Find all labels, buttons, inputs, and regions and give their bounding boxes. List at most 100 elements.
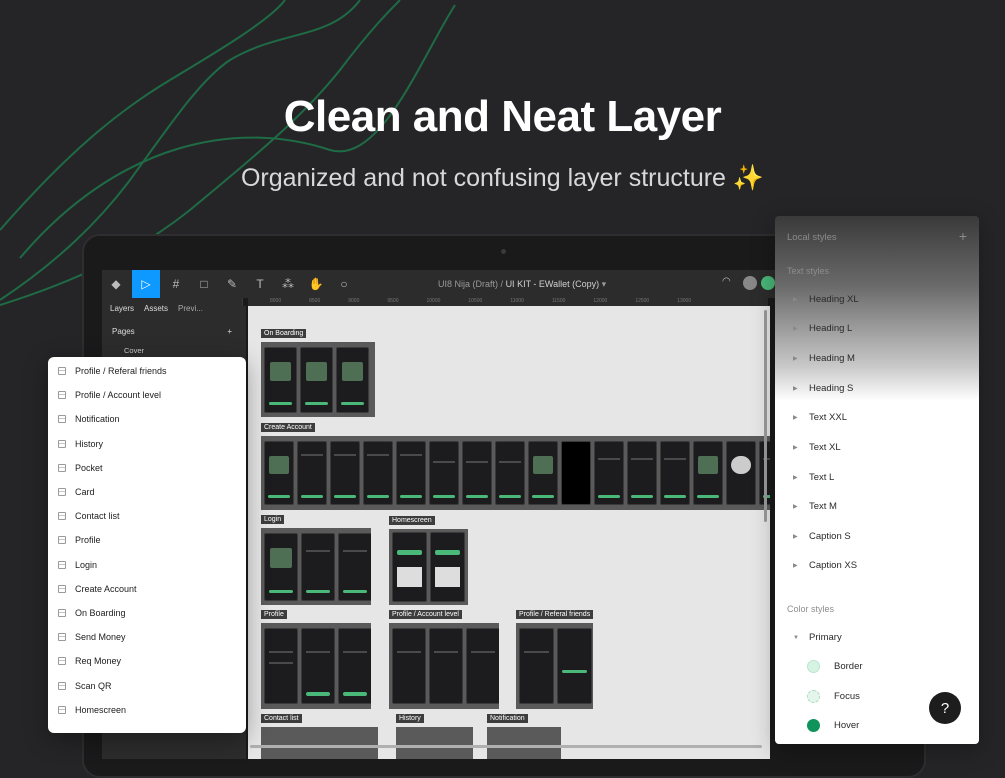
- frame-label-profile[interactable]: Profile: [261, 610, 287, 619]
- color-style-item[interactable]: Focus: [807, 690, 860, 703]
- shape-tool-icon[interactable]: □: [192, 273, 216, 295]
- text-style-item[interactable]: ▶ Text L: [793, 472, 834, 483]
- frame-label-history[interactable]: History: [396, 714, 424, 723]
- frame-account-level[interactable]: [389, 623, 499, 709]
- toolbar-right: ◠: [722, 276, 775, 290]
- caret-right-icon: ▶: [793, 297, 798, 303]
- frame-label-notification[interactable]: Notification: [487, 714, 528, 723]
- frame-label-contact-list[interactable]: Contact list: [261, 714, 302, 723]
- move-tool-icon[interactable]: ▷: [132, 270, 160, 298]
- caret-right-icon: ▶: [793, 563, 798, 569]
- screen-thumbnail: [330, 441, 360, 505]
- caret-right-icon: ▶: [793, 504, 798, 510]
- frame-referal-friends[interactable]: [516, 623, 593, 709]
- frame-onboarding[interactable]: [261, 342, 375, 417]
- page-item[interactable]: Contact list: [48, 504, 246, 528]
- page-item[interactable]: Create Account: [48, 577, 246, 601]
- add-page-icon[interactable]: +: [227, 327, 232, 336]
- screen-thumbnail: [264, 628, 298, 704]
- page-icon: [58, 536, 66, 545]
- page-cover[interactable]: Cover: [102, 344, 242, 357]
- caret-right-icon: ▶: [793, 356, 798, 362]
- screen-thumbnail: [519, 628, 554, 704]
- page-item[interactable]: Req Money: [48, 649, 246, 673]
- border-swatch: [807, 660, 820, 673]
- frame-tool-icon[interactable]: #: [164, 273, 188, 295]
- tab-assets[interactable]: Assets: [144, 304, 168, 313]
- frame-profile[interactable]: [261, 623, 371, 709]
- frame-notification[interactable]: [487, 727, 561, 759]
- text-style-item[interactable]: ▶ Caption XS: [793, 560, 857, 571]
- page-item[interactable]: Profile: [48, 528, 246, 552]
- page-item[interactable]: Card: [48, 480, 246, 504]
- components-icon[interactable]: ⁂: [276, 273, 300, 295]
- screen-thumbnail: [264, 532, 298, 601]
- caret-right-icon: ▶: [793, 386, 798, 392]
- page-item[interactable]: Scan QR: [48, 673, 246, 697]
- text-tool-icon[interactable]: T: [248, 273, 272, 295]
- hero-title: Clean and Neat Layer: [283, 92, 722, 141]
- comment-tool-icon[interactable]: ○: [332, 273, 356, 295]
- horizontal-scrollbar[interactable]: [250, 745, 762, 748]
- frame-label-create-account[interactable]: Create Account: [261, 423, 315, 432]
- page-icon: [58, 488, 66, 497]
- frame-contact-list[interactable]: [261, 727, 378, 759]
- avatar[interactable]: [742, 276, 757, 290]
- color-style-item[interactable]: Border: [807, 660, 863, 673]
- text-style-item[interactable]: ▶ Caption S: [793, 531, 851, 542]
- avatar[interactable]: [760, 276, 775, 290]
- text-style-item[interactable]: ▶ Heading XL: [793, 294, 859, 305]
- text-style-item[interactable]: ▶ Heading L: [793, 323, 852, 334]
- file-name[interactable]: UI KIT - EWallet (Copy): [506, 279, 600, 289]
- caret-right-icon: ▶: [793, 475, 798, 481]
- text-style-item[interactable]: ▶ Heading M: [793, 353, 855, 364]
- screen-thumbnail: [396, 441, 426, 505]
- screen-thumbnail: [594, 441, 624, 505]
- headphones-icon[interactable]: ◠: [722, 276, 731, 290]
- frame-label-login[interactable]: Login: [261, 515, 285, 524]
- page-icon: [58, 512, 66, 521]
- add-style-icon[interactable]: +: [959, 228, 967, 244]
- page-item[interactable]: Profile / Account level: [48, 383, 246, 407]
- frame-create-account[interactable]: [261, 436, 770, 510]
- frame-label-referal-friends[interactable]: Profile / Referal friends: [516, 610, 594, 619]
- frame-label-homescreen[interactable]: Homescreen: [389, 516, 435, 525]
- text-style-item[interactable]: ▶ Text XL: [793, 442, 841, 453]
- help-button[interactable]: ?: [929, 692, 961, 724]
- page-item[interactable]: Profile / Referal friends: [48, 359, 246, 383]
- vertical-scrollbar[interactable]: [764, 310, 767, 522]
- page-item[interactable]: Homescreen: [48, 698, 246, 722]
- hand-tool-icon[interactable]: ✋: [304, 273, 328, 295]
- frame-label-account-level[interactable]: Profile / Account level: [389, 610, 462, 619]
- page-item[interactable]: Notification: [48, 407, 246, 431]
- text-style-item[interactable]: ▶ Heading S: [793, 383, 853, 394]
- pen-tool-icon[interactable]: ✎: [220, 273, 244, 295]
- page-icon: [58, 633, 66, 642]
- tab-preview[interactable]: Previ...: [178, 304, 203, 313]
- screen-thumbnail: [336, 346, 369, 413]
- chevron-down-icon[interactable]: ▾: [602, 279, 607, 289]
- screen-thumbnail: [301, 532, 335, 601]
- text-style-item[interactable]: ▶ Text M: [793, 501, 837, 512]
- color-group-primary[interactable]: ▼ Primary: [793, 632, 842, 643]
- page-item[interactable]: On Boarding: [48, 601, 246, 625]
- frame-login[interactable]: [261, 528, 371, 605]
- frame-label-onboarding[interactable]: On Boarding: [261, 329, 307, 338]
- figma-menu-icon[interactable]: ◆: [104, 273, 128, 295]
- file-breadcrumb[interactable]: UI8 Nija (Draft) / UI KIT - EWallet (Cop…: [438, 279, 606, 290]
- page-icon: [58, 439, 66, 448]
- page-item[interactable]: Login: [48, 553, 246, 577]
- text-style-item[interactable]: ▶ Text XXL: [793, 412, 847, 423]
- screen-thumbnail: [528, 441, 558, 505]
- page-item[interactable]: Pocket: [48, 456, 246, 480]
- frame-homescreen[interactable]: [389, 529, 468, 605]
- page-icon: [58, 560, 66, 569]
- color-style-item[interactable]: Hover: [807, 719, 859, 732]
- screen-thumbnail: [338, 628, 371, 704]
- hover-swatch: [807, 719, 820, 732]
- frame-history[interactable]: [396, 727, 473, 759]
- tab-layers[interactable]: Layers: [110, 304, 134, 313]
- page-item[interactable]: Send Money: [48, 625, 246, 649]
- page-item[interactable]: History: [48, 432, 246, 456]
- project-name[interactable]: UI8 Nija (Draft): [438, 279, 498, 289]
